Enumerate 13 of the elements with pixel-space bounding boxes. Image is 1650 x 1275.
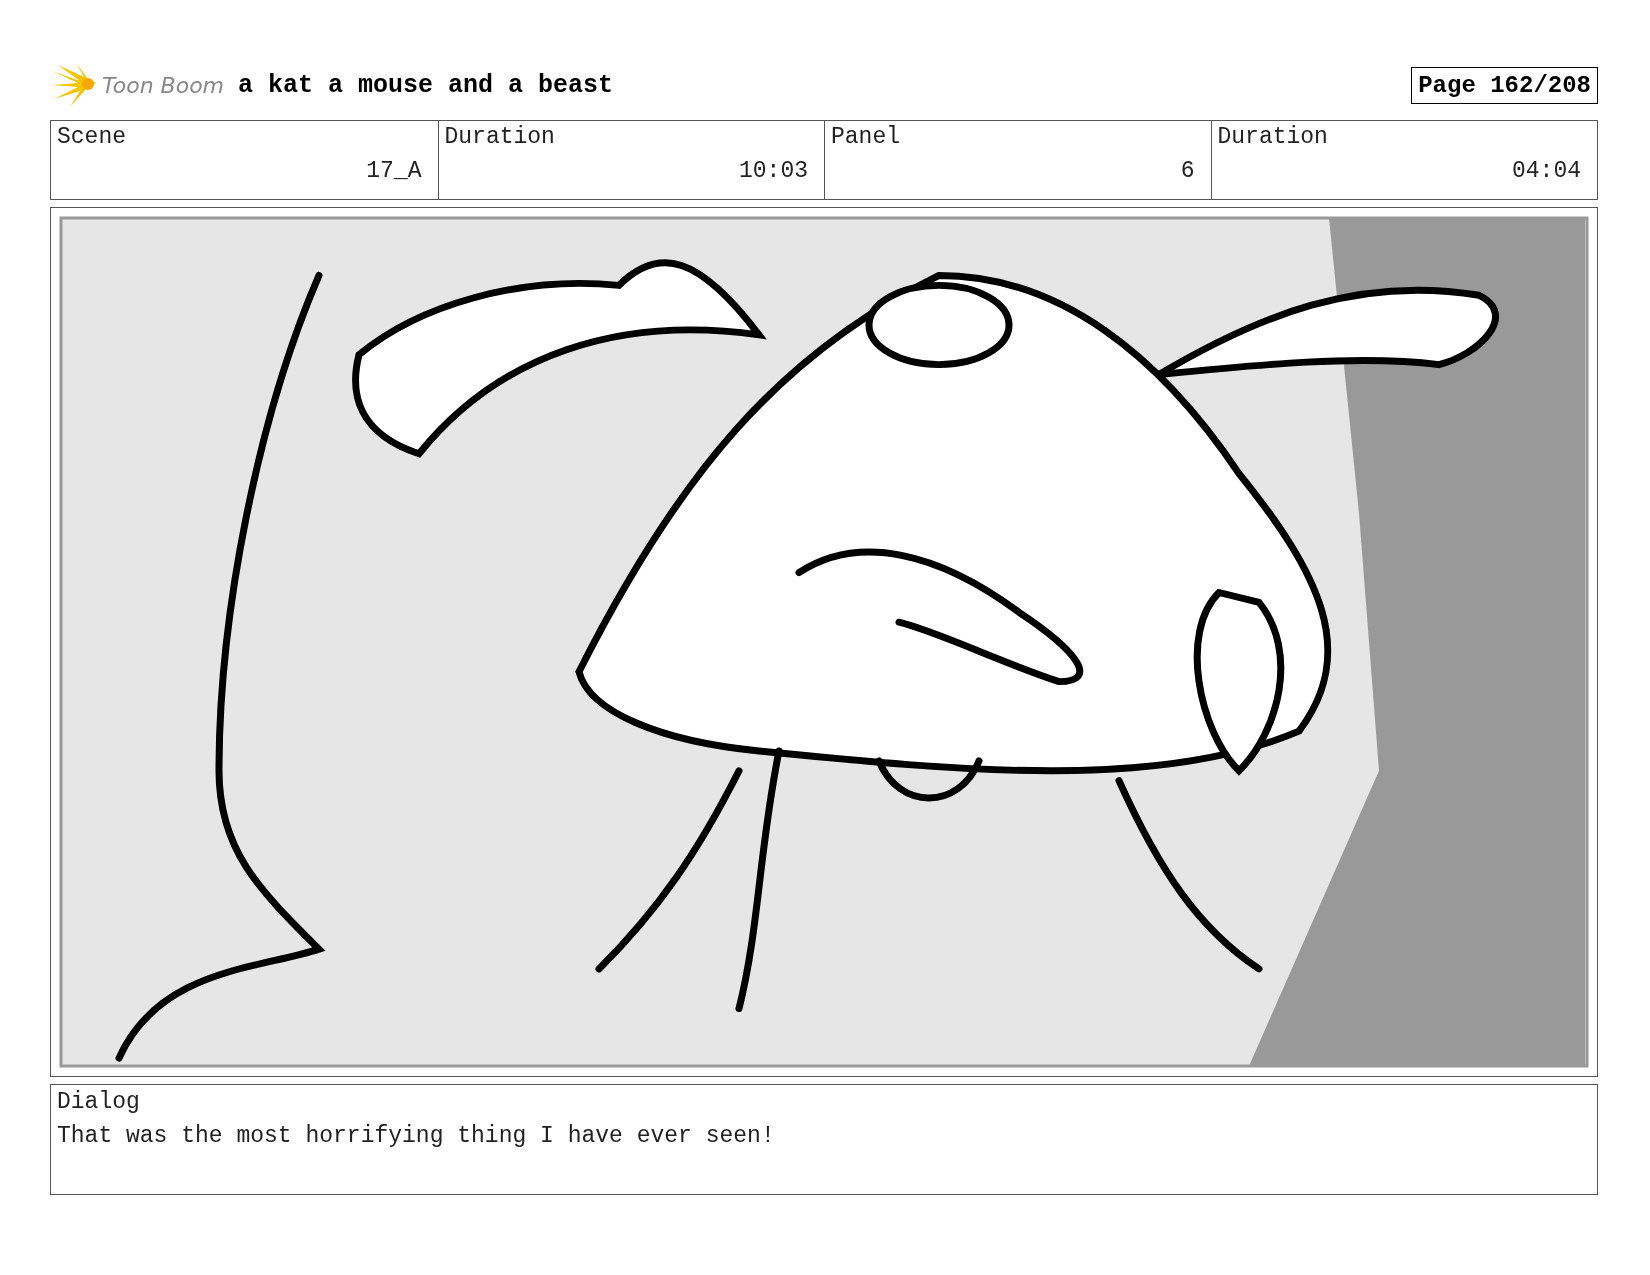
dialog-label: Dialog <box>57 1089 140 1115</box>
field-value: 10:03 <box>739 158 808 184</box>
field-value: 17_A <box>366 158 422 184</box>
field-value: 6 <box>1180 158 1195 184</box>
field-label: Panel <box>831 124 900 150</box>
page-number: Page 162/208 <box>1411 66 1598 104</box>
field-label: Duration <box>444 124 555 150</box>
field-label: Scene <box>57 124 126 150</box>
logo-text: Toon Boom <box>102 72 225 98</box>
field-value: 04:04 <box>1512 158 1581 184</box>
project-title: a kat a mouse and a beast <box>238 70 614 100</box>
field-label: Duration <box>1217 124 1328 150</box>
dialog-text: That was the most horrifying thing I have ever seen! <box>57 1123 775 1149</box>
